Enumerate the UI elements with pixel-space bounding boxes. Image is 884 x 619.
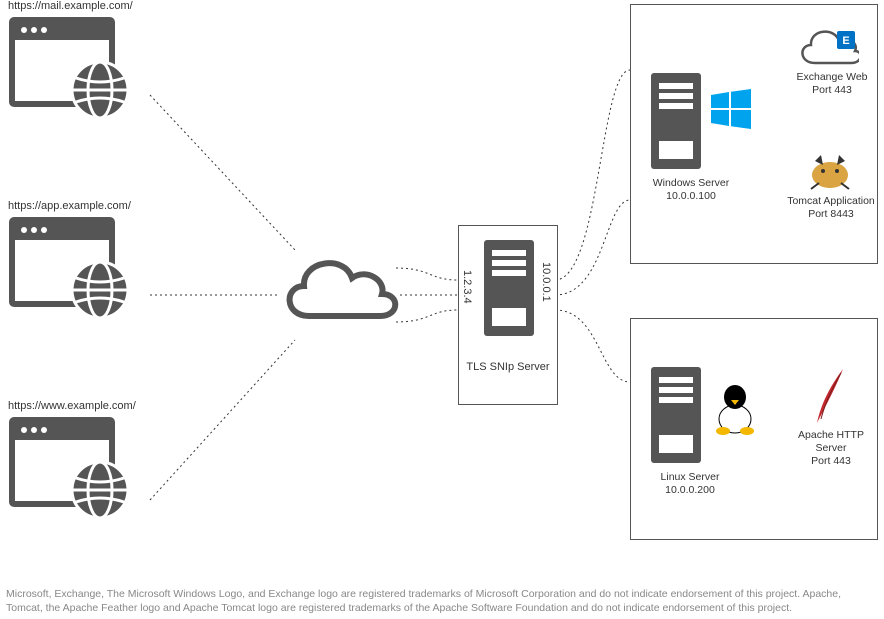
apache-feather-icon — [811, 367, 851, 427]
windows-server-label: Windows Server 10.0.0.100 — [641, 177, 741, 203]
client-3 — [8, 416, 116, 513]
apache-port: Port 443 — [811, 455, 851, 467]
proxy-ip-internal: 10.0.0.1 — [540, 262, 552, 302]
client-1 — [8, 16, 116, 113]
exchange-name: Exchange Web — [796, 71, 867, 83]
windows-logo-icon — [711, 89, 751, 129]
exchange-port: Port 443 — [812, 84, 852, 96]
client-2-url: https://app.example.com/ — [8, 200, 131, 212]
globe-icon — [68, 458, 132, 522]
linux-ip: 10.0.0.200 — [665, 484, 715, 496]
apache-label: Apache HTTP Server Port 443 — [783, 429, 879, 468]
windows-name: Windows Server — [653, 177, 729, 189]
exchange-label: Exchange Web Port 443 — [791, 71, 873, 97]
tomcat-label: Tomcat Application Port 8443 — [785, 195, 877, 221]
server-icon — [649, 71, 703, 171]
linux-backend-box: Linux Server 10.0.0.200 Apache HTTP Serv… — [630, 318, 878, 540]
windows-backend-box: Windows Server 10.0.0.100 E Exchange Web… — [630, 4, 878, 264]
globe-icon — [68, 258, 132, 322]
diagram-canvas: https://mail.example.com/ https://app.ex… — [0, 0, 884, 619]
svg-text:E: E — [842, 35, 849, 47]
client-1-url: https://mail.example.com/ — [8, 0, 133, 12]
cloud-icon — [274, 246, 404, 336]
windows-ip: 10.0.0.100 — [666, 190, 716, 202]
server-icon — [649, 365, 703, 465]
tomcat-port: Port 8443 — [808, 208, 854, 220]
client-3-url: https://www.example.com/ — [8, 400, 136, 412]
tomcat-logo-icon — [805, 153, 855, 193]
server-icon — [482, 238, 536, 338]
client-2 — [8, 216, 116, 313]
proxy-ip-external: 1.2.3.4 — [461, 270, 473, 304]
internet-cloud — [274, 246, 404, 341]
tomcat-name: Tomcat Application — [787, 195, 875, 207]
globe-icon — [68, 58, 132, 122]
apache-name: Apache HTTP Server — [798, 429, 864, 454]
trademark-footnote: Microsoft, Exchange, The Microsoft Windo… — [6, 587, 878, 615]
linux-name: Linux Server — [661, 471, 720, 483]
exchange-cloud-icon: E — [797, 25, 859, 69]
linux-server-label: Linux Server 10.0.0.200 — [645, 471, 735, 497]
proxy-box: TLS SNIp Server — [458, 225, 558, 405]
proxy-label: TLS SNIp Server — [459, 360, 557, 374]
tux-logo-icon — [713, 383, 757, 435]
